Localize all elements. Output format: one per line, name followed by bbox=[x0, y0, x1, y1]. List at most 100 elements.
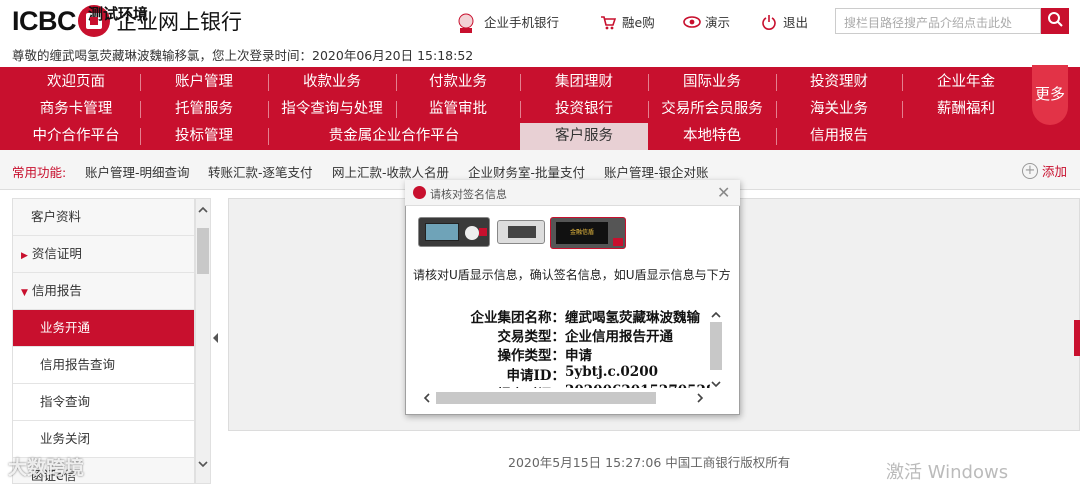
nav-divider bbox=[268, 74, 269, 91]
icbc-small-icon bbox=[413, 186, 426, 199]
sign-info-panel: 企业集团名称： 缠武喝氢荧藏琳波魏输 交易类型： 企业信用报告开通 操作类型： … bbox=[405, 304, 711, 388]
nav-item[interactable]: 欢迎页面 bbox=[12, 69, 140, 96]
info-key: 企业集团名称： bbox=[470, 310, 566, 326]
logo-text: ICBC bbox=[12, 5, 77, 36]
info-key: 交易类型： bbox=[497, 329, 566, 345]
nav-divider bbox=[140, 128, 141, 145]
nav-item[interactable]: 贵金属企业合作平台 bbox=[268, 123, 520, 150]
search-input[interactable]: 搜栏目路径搜产品介绍点击此处 bbox=[835, 8, 1041, 34]
sidebar-item-label: 业务开通 bbox=[40, 320, 91, 335]
nav-divider bbox=[140, 74, 141, 91]
scroll-up-icon bbox=[198, 206, 208, 213]
usb-key-device-3-icon: 金融信盾 bbox=[550, 217, 626, 249]
nav-item[interactable]: 交易所会员服务 bbox=[648, 96, 776, 123]
nav-item[interactable]: 托管服务 bbox=[140, 96, 268, 123]
info-vertical-scrollbar[interactable] bbox=[709, 308, 724, 392]
mobile-bank-link[interactable]: 企业手机银行 bbox=[484, 12, 559, 31]
eye-icon bbox=[683, 14, 701, 30]
nav-item[interactable]: 商务卡管理 bbox=[12, 96, 140, 123]
sidebar-item-label: 客户资料 bbox=[31, 209, 82, 224]
sidebar-item-credit-report[interactable]: ▼ 信用报告 bbox=[13, 273, 194, 310]
nav-divider bbox=[140, 101, 141, 118]
sidebar-item-order-query[interactable]: 指令查询 bbox=[13, 384, 194, 421]
sidebar-item-business-open[interactable]: 业务开通 bbox=[13, 310, 194, 347]
quick-link[interactable]: 账户管理-明细查询 bbox=[85, 162, 190, 181]
nav-item[interactable]: 收款业务 bbox=[268, 69, 396, 96]
nav-item[interactable]: 本地特色 bbox=[648, 123, 776, 150]
sidebar-item-report-query[interactable]: 信用报告查询 bbox=[13, 347, 194, 384]
info-key: 操作类型： bbox=[497, 348, 566, 364]
mobile-bank-label: 企业手机银行 bbox=[484, 15, 560, 30]
info-value: 20200620152705283 bbox=[565, 383, 710, 388]
nav-item[interactable]: 薪酬福利 bbox=[902, 96, 1030, 123]
nav-divider bbox=[520, 74, 521, 91]
sidebar-item-customer-info[interactable]: 客户资料 bbox=[13, 199, 194, 236]
info-value: 企业信用报告开通 bbox=[565, 329, 673, 345]
watermark: 大数跨境 bbox=[8, 457, 85, 479]
nav-item[interactable]: 账户管理 bbox=[140, 69, 268, 96]
search-icon bbox=[1047, 11, 1063, 31]
welcome-message: 尊敬的缠武喝氢荧藏琳波魏输移氯，您上次登录时间：2020年06月20日 15:1… bbox=[12, 48, 474, 63]
nav-item[interactable]: 企业年金 bbox=[902, 69, 1030, 96]
nav-item-active[interactable]: 客户服务 bbox=[520, 123, 648, 150]
caret-down-icon: ▼ bbox=[21, 288, 28, 298]
info-key: 申请ID： bbox=[506, 368, 565, 384]
nav-divider bbox=[902, 101, 903, 118]
dialog-title: 请核对签名信息 bbox=[430, 188, 507, 201]
sidebar-item-label: 资信证明 bbox=[31, 246, 82, 261]
nav-divider bbox=[648, 101, 649, 118]
add-label: 添加 bbox=[1042, 164, 1068, 179]
nav-item[interactable]: 投标管理 bbox=[140, 123, 268, 150]
close-icon[interactable]: ✕ bbox=[717, 183, 730, 202]
nav-divider bbox=[268, 101, 269, 118]
nav-divider bbox=[396, 74, 397, 91]
more-menu-button[interactable]: 更多 bbox=[1032, 65, 1068, 125]
nav-divider bbox=[776, 101, 777, 118]
nav-divider bbox=[396, 101, 397, 118]
usb-key-device-1-icon bbox=[418, 217, 490, 247]
demo-link[interactable]: 演示 bbox=[683, 12, 730, 31]
nav-item[interactable]: 中介合作平台 bbox=[12, 123, 140, 150]
collapse-sidebar-icon[interactable] bbox=[211, 330, 219, 344]
sidebar-item-label: 业务关闭 bbox=[40, 431, 91, 446]
nav-item[interactable]: 投资理财 bbox=[776, 69, 902, 96]
main-nav: 欢迎页面 账户管理 收款业务 付款业务 集团理财 国际业务 投资理财 企业年金 … bbox=[0, 67, 1080, 150]
rong-e-gou-label: 融e购 bbox=[622, 15, 655, 30]
search-button[interactable] bbox=[1041, 8, 1069, 34]
logout-label: 退出 bbox=[783, 15, 809, 30]
rong-e-gou-link[interactable]: 融e购 bbox=[600, 12, 655, 31]
quick-link[interactable]: 账户管理-银企对账 bbox=[604, 162, 709, 181]
quick-link[interactable]: 企业财务室-批量支付 bbox=[468, 162, 585, 181]
sidebar: 客户资料 ▶ 资信证明 ▼ 信用报告 业务开通 信用报告查询 指令查询 业务关闭… bbox=[12, 198, 195, 484]
nav-item[interactable]: 集团理财 bbox=[520, 69, 648, 96]
nav-item[interactable]: 监管审批 bbox=[396, 96, 520, 123]
nav-item[interactable]: 信用报告 bbox=[776, 123, 902, 150]
nav-divider bbox=[268, 128, 269, 145]
caret-right-icon: ▶ bbox=[21, 251, 28, 261]
nav-item[interactable]: 海关业务 bbox=[776, 96, 902, 123]
device-screen-label: 金融信盾 bbox=[556, 222, 608, 244]
info-value: 缠武喝氢荧藏琳波魏输 bbox=[565, 310, 700, 326]
mascot-icon bbox=[455, 12, 477, 34]
scroll-down-icon bbox=[198, 461, 208, 468]
info-value: 5ybtj.c.0200 bbox=[565, 364, 658, 380]
nav-item[interactable]: 指令查询与处理 bbox=[268, 96, 396, 123]
add-quick-function-button[interactable]: + 添加 bbox=[1022, 161, 1067, 180]
sidebar-scroll-thumb[interactable] bbox=[197, 228, 209, 274]
side-float-tab[interactable] bbox=[1074, 320, 1080, 356]
info-horizontal-scrollbar[interactable] bbox=[420, 390, 710, 406]
nav-item[interactable]: 投资银行 bbox=[520, 96, 648, 123]
quick-link[interactable]: 网上汇款-收款人名册 bbox=[332, 162, 449, 181]
sidebar-item-label: 信用报告查询 bbox=[40, 357, 116, 372]
power-icon bbox=[761, 14, 777, 30]
nav-item[interactable]: 国际业务 bbox=[648, 69, 776, 96]
plus-circle-icon: + bbox=[1022, 162, 1038, 179]
sidebar-item-credit-cert[interactable]: ▶ 资信证明 bbox=[13, 236, 194, 273]
nav-divider bbox=[776, 74, 777, 91]
nav-item[interactable]: 付款业务 bbox=[396, 69, 520, 96]
info-key: 提交时间： bbox=[498, 383, 566, 388]
nav-divider bbox=[648, 74, 649, 91]
logout-link[interactable]: 退出 bbox=[761, 12, 808, 31]
sidebar-item-label: 指令查询 bbox=[40, 394, 91, 409]
quick-link[interactable]: 转账汇款-逐笔支付 bbox=[208, 162, 313, 181]
